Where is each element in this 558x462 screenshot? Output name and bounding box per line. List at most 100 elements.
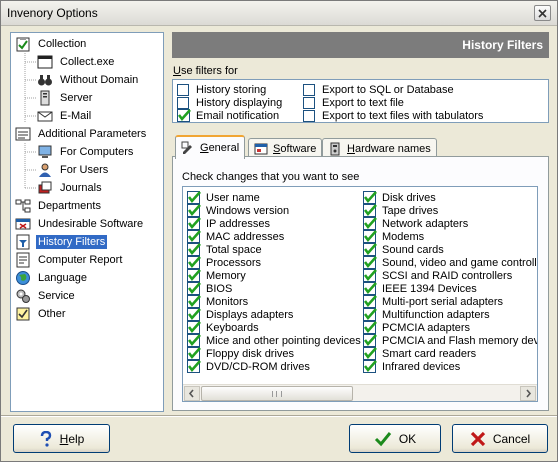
tree-item-collection[interactable]: Collection (15, 35, 88, 53)
checked-checkbox-icon (187, 334, 201, 347)
checked-checkbox-icon (363, 269, 377, 282)
close-button[interactable] (534, 5, 551, 21)
binoculars-icon (38, 75, 52, 86)
tree-item-label: Other (38, 308, 66, 320)
filter-history-displaying[interactable]: History displaying (177, 96, 282, 109)
tree-item-service[interactable]: Service (15, 287, 77, 305)
close-icon (538, 9, 547, 18)
tab-general[interactable]: General (175, 135, 246, 159)
title-bar[interactable]: Invenory Options (1, 1, 557, 26)
change-item[interactable]: Modems (363, 230, 424, 243)
change-item[interactable]: Smart card readers (363, 347, 476, 360)
hardware-tab-icon (330, 142, 340, 156)
change-item[interactable]: Sound, video and game controlle (363, 256, 537, 269)
history-filters-icon (16, 234, 30, 250)
ok-button[interactable]: OK (349, 424, 441, 453)
options-tree[interactable]: Collection Collect.exe Without Domain Serve… (10, 32, 164, 412)
change-item[interactable]: Multifunction adapters (363, 308, 490, 321)
tree-item-server[interactable]: Server (37, 89, 94, 107)
changes-list[interactable]: Infrared devices Smart card readers PCMCIA… (182, 186, 538, 402)
checked-checkbox-icon (363, 321, 377, 334)
email-icon (37, 111, 53, 122)
tree-item-label: Departments (38, 200, 101, 212)
tree-item-undesirable-software[interactable]: Undesirable Software (15, 215, 145, 233)
tree-item-label: For Users (60, 164, 109, 176)
checked-checkbox-icon (187, 295, 201, 308)
change-item[interactable]: Displays adapters (187, 308, 293, 321)
change-item[interactable]: MAC addresses (187, 230, 284, 243)
tree-item-label: Service (38, 290, 75, 302)
checkbox[interactable] (177, 83, 189, 96)
filter-export-to-text-file[interactable]: Export to text file (303, 96, 404, 109)
panel-title: History Filters (462, 38, 543, 52)
filter-history-storing[interactable]: History storing (177, 83, 266, 96)
tree-item-journals[interactable]: Journals (37, 179, 104, 197)
cancel-button[interactable]: Cancel (452, 424, 548, 453)
change-item[interactable]: Multi-port serial adapters (363, 295, 503, 308)
change-item[interactable]: Windows version (187, 204, 289, 217)
change-item[interactable]: Floppy disk drives (187, 347, 294, 360)
change-item[interactable]: Disk drives (363, 191, 436, 204)
change-item[interactable]: PCMCIA adapters (363, 321, 470, 334)
tree-item-for-computers[interactable]: For Computers (37, 143, 135, 161)
checkbox[interactable] (303, 96, 315, 109)
scroll-left-button[interactable] (184, 386, 200, 401)
tree-item-computer-report[interactable]: Computer Report (15, 251, 124, 269)
cancel-icon (470, 431, 485, 446)
checked-checkbox-icon (363, 308, 377, 321)
tree-item-additional-parameters[interactable]: Additional Parameters (15, 125, 148, 143)
change-item[interactable]: Monitors (187, 295, 248, 308)
change-item[interactable]: Infrared devices (363, 360, 460, 373)
tree-item-label: Without Domain (60, 74, 139, 86)
checkbox[interactable] (303, 109, 315, 122)
change-item[interactable]: Tape drives (363, 204, 438, 217)
tree-item-for-users[interactable]: For Users (37, 161, 110, 179)
help-button[interactable]: Help (13, 424, 110, 453)
scroll-right-button[interactable] (520, 386, 536, 401)
change-item[interactable]: DVD/CD-ROM drives (187, 360, 310, 373)
change-item[interactable]: Keyboards (187, 321, 259, 334)
checked-checkbox-icon (187, 282, 201, 295)
change-item[interactable]: BIOS (187, 282, 232, 295)
filter-label: Export to text files with tabulators (322, 109, 484, 122)
checked-checkbox-icon (363, 360, 377, 373)
undesirable-software-icon (15, 218, 31, 230)
change-item[interactable]: Mice and other pointing devices (187, 334, 361, 347)
change-item[interactable]: IEEE 1394 Devices (363, 282, 477, 295)
tree-item-history-filters[interactable]: History Filters (15, 233, 108, 251)
checked-checkbox-icon (187, 191, 201, 204)
checkbox[interactable] (303, 83, 315, 96)
change-item[interactable]: PCMCIA and Flash memory devic (363, 334, 537, 347)
change-item[interactable]: Sound cards (363, 243, 444, 256)
tree-item-departments[interactable]: Departments (15, 197, 103, 215)
horizontal-scrollbar[interactable] (183, 384, 537, 401)
change-item[interactable]: Processors (187, 256, 261, 269)
options-window: Invenory Options Collection Collect.exe Wi… (0, 0, 558, 462)
checked-checkbox-icon (187, 321, 201, 334)
tree-item-other[interactable]: Other (15, 305, 68, 323)
checked-checkbox-icon (187, 347, 201, 360)
checked-checkbox-icon (363, 282, 377, 295)
checked-checkbox-icon (363, 295, 377, 308)
tree-item-label: Server (60, 92, 93, 104)
tree-item-e-mail[interactable]: E-Mail (37, 107, 93, 125)
change-item[interactable]: Memory (187, 269, 246, 282)
filter-label: History storing (196, 83, 267, 96)
filter-label: Export to text file (322, 96, 404, 109)
change-item[interactable]: Total space (187, 243, 262, 256)
filter-email-notification[interactable]: Email notification (177, 109, 279, 122)
tree-item-collect-exe[interactable]: Collect.exe (37, 53, 116, 71)
clipboard-check-icon (16, 37, 30, 52)
tree-item-without-domain[interactable]: Without Domain (37, 71, 140, 89)
panel-header: History Filters (172, 32, 549, 58)
change-item[interactable]: User name (187, 191, 260, 204)
scroll-thumb[interactable] (201, 386, 353, 401)
server-icon (40, 90, 50, 106)
filter-export-to-sql-or-database[interactable]: Export to SQL or Database (303, 83, 454, 96)
checkbox[interactable] (177, 96, 189, 109)
filter-export-to-text-files-with-tabulators[interactable]: Export to text files with tabulators (303, 109, 483, 122)
change-item[interactable]: IP addresses (187, 217, 270, 230)
change-item[interactable]: SCSI and RAID controllers (363, 269, 512, 282)
tree-item-language[interactable]: Language (15, 269, 89, 287)
change-item[interactable]: Network adapters (363, 217, 468, 230)
